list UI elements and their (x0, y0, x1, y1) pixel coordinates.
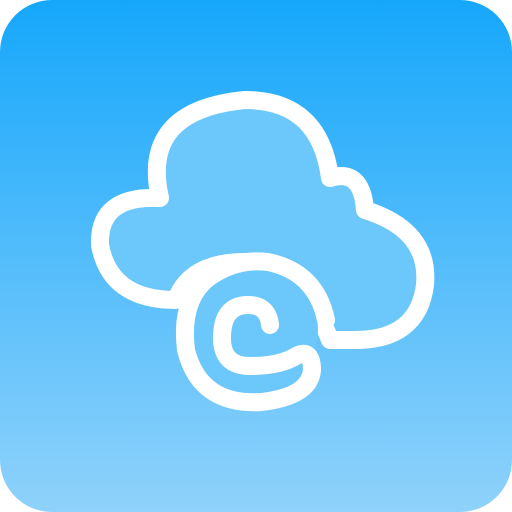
stage (0, 0, 512, 512)
app-icon[interactable] (0, 0, 512, 512)
